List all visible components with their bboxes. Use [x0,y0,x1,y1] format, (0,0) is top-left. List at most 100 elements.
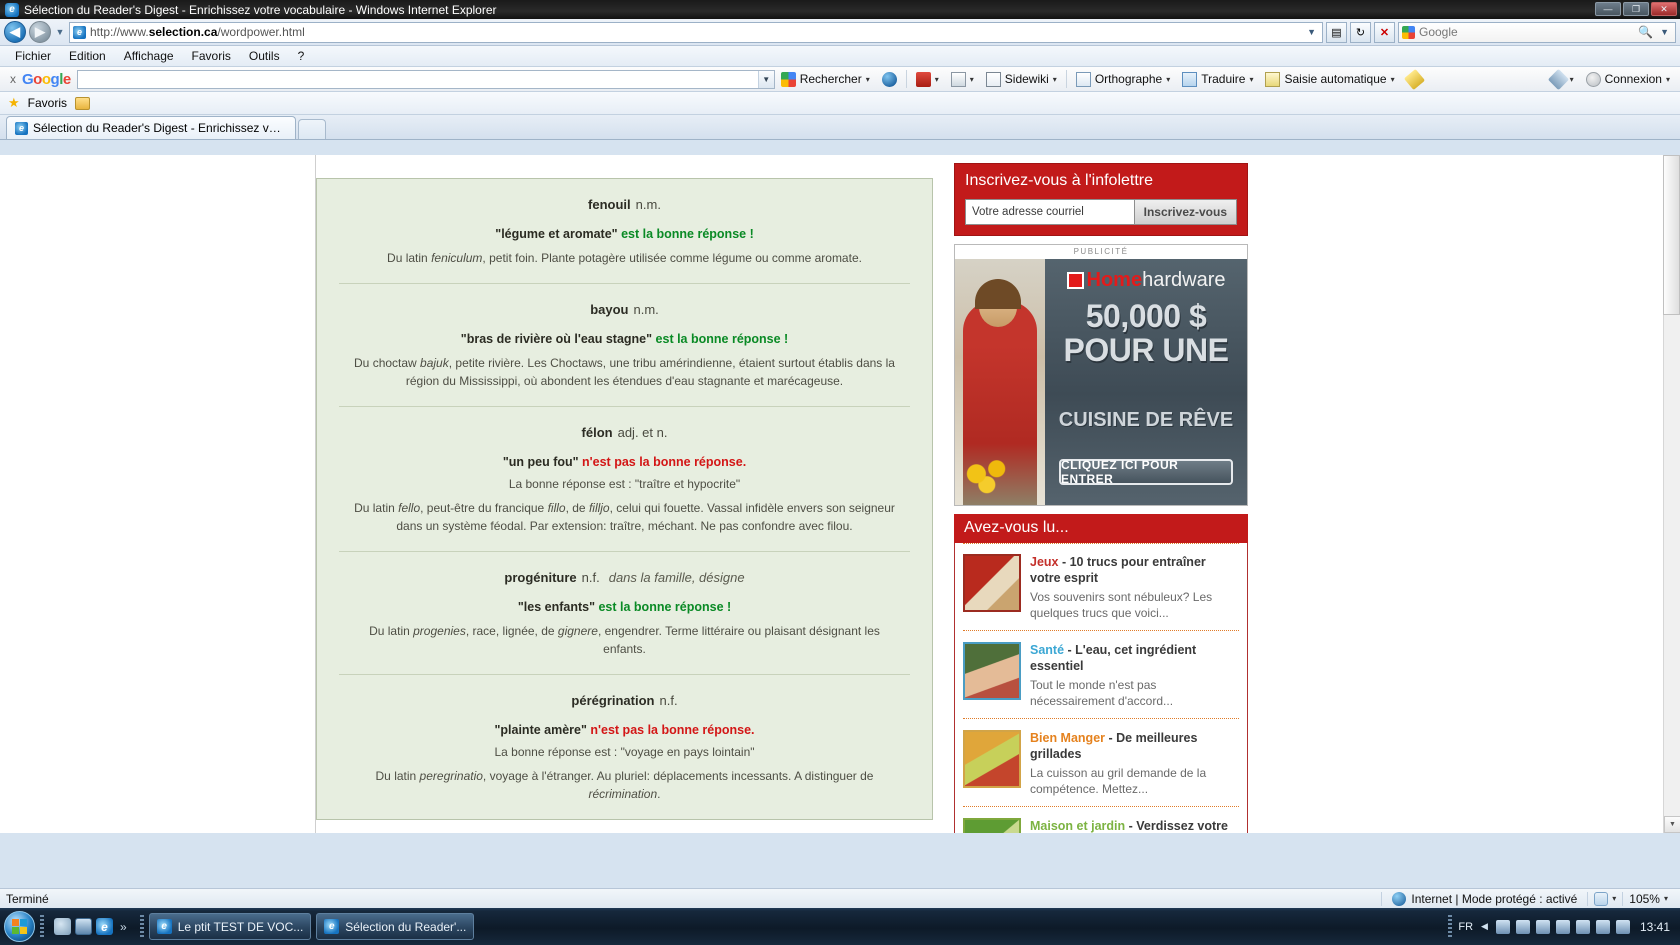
close-button[interactable]: ✕ [1651,2,1677,16]
zoom-caret-icon[interactable]: ▾ [1612,894,1616,903]
taskbar-item-selection-reader[interactable]: e Sélection du Reader'... [316,913,475,940]
menu-fichier[interactable]: Fichier [6,47,60,65]
forward-button[interactable]: ▶ [29,21,51,43]
home-hardware-logo-icon [1066,272,1084,289]
ad-subline: CUISINE DE RÊVE [1058,409,1234,431]
stop-icon[interactable]: ✕ [1374,21,1395,43]
article-headline: Jeux - 10 trucs pour entraîner votre esp… [1030,554,1239,586]
list-item[interactable]: Maison et jardin - Verdissez votre intér… [963,806,1239,833]
tray-icon-5[interactable] [1575,919,1590,934]
tray-clock[interactable]: 13:41 [1636,920,1670,934]
sidewiki-label: Sidewiki [1004,72,1049,86]
security-zone-indicator[interactable]: Internet | Mode protégé : activé [1381,891,1587,906]
zoom-indicator[interactable]: ▾ [1587,891,1622,906]
new-tab-button[interactable] [298,119,326,139]
menu-help[interactable]: ? [289,47,314,65]
browser-search-box[interactable]: Google 🔍 ▼ [1398,21,1676,43]
scrollbar-thumb[interactable] [1663,155,1680,315]
flip-3d-icon[interactable] [75,918,92,935]
article-category[interactable]: Bien Manger [1030,731,1105,745]
window-title: Sélection du Reader's Digest - Enrichiss… [24,2,497,17]
refresh-icon[interactable]: ↻ [1350,21,1371,43]
taskbar-item-le-ptit-test[interactable]: e Le ptit TEST DE VOC... [148,913,312,940]
tab-selection-readers-digest[interactable]: e Sélection du Reader's Digest - Enrichi… [6,116,296,139]
newsletter-email-input[interactable]: Votre adresse courriel [965,199,1135,225]
word-answer-verdict: n'est pas la bonne réponse. [590,723,755,737]
favorites-label[interactable]: Favoris [28,96,67,110]
toolbar-traduire-button[interactable]: Traduire ▾ [1176,70,1259,89]
toolbar-sidewiki-button[interactable]: Sidewiki ▾ [980,70,1063,89]
google-toolbar-search-input[interactable]: ▼ [76,69,775,89]
back-button[interactable]: ◀ [4,21,26,43]
quick-launch-grip[interactable] [40,914,44,939]
word-answer-quote: "les enfants" [517,600,595,614]
list-item[interactable]: Jeux - 10 trucs pour entraîner votre esp… [963,543,1239,630]
address-dropdown-icon[interactable]: ▼ [1304,27,1319,37]
google-search-dropdown-icon[interactable]: ▼ [757,70,774,88]
word-etymology: Du latin progenies, race, lignée, de gig… [369,624,880,656]
tray-network-icon[interactable] [1615,919,1630,934]
taskbar-item-icon: e [156,919,172,934]
zoom-level-caret-icon[interactable]: ▾ [1664,894,1668,903]
favorites-folder-icon[interactable] [75,96,90,110]
page-content: fenouil n.m. "légume et aromate" est la b… [316,155,1248,833]
toolbar-highlighter-button[interactable] [1401,68,1428,90]
address-input[interactable]: e http://www.selection.ca/wordpower.html… [69,21,1323,43]
ad-brand-home: Home [1086,269,1143,291]
toolbar-rechercher-button[interactable]: Rechercher ▾ [775,70,876,89]
word-entry: progéniture n.f. dans la famille, désigne … [339,552,910,675]
menu-outils[interactable]: Outils [240,47,289,65]
tray-icon-3[interactable] [1535,919,1550,934]
scroll-down-arrow-icon[interactable]: ▼ [1664,816,1680,833]
toolbar-settings-button[interactable]: ▾ [1545,68,1580,90]
tray-icon-1[interactable] [1495,919,1510,934]
menu-favoris[interactable]: Favoris [183,47,240,65]
list-item[interactable]: Santé - L'eau, cet ingrédient essentiel … [963,630,1239,718]
menu-affichage[interactable]: Affichage [115,47,183,65]
quick-launch-overflow-icon[interactable]: » [117,920,130,934]
tray-overflow-icon[interactable]: ◀ [1479,921,1490,932]
zoom-level[interactable]: 105% ▾ [1622,891,1674,906]
url-domain: selection.ca [148,25,218,39]
word-answer-quote: "un peu fou" [502,455,579,469]
language-indicator[interactable]: FR [1458,921,1473,933]
start-button[interactable] [4,911,35,942]
rechercher-label: Rechercher [799,72,862,86]
title-bar: e Sélection du Reader's Digest - Enrichi… [0,0,1680,19]
internet-explorer-icon[interactable]: e [96,918,113,935]
search-magnifier-icon[interactable]: 🔍 [1638,25,1653,39]
ad-cta-button[interactable]: CLIQUEZ ICI POUR ENTRER [1059,458,1233,486]
compatibility-view-icon[interactable]: ▤ [1326,21,1347,43]
toolbar-page-button[interactable]: ▾ [945,70,980,89]
word-answer-line: "légume et aromate" est la bonne réponse… [339,227,910,241]
show-desktop-icon[interactable] [54,918,71,935]
toolbar-saisie-automatique-button[interactable]: Saisie automatique ▾ [1259,70,1400,89]
favorites-star-icon[interactable]: ★ [8,95,20,111]
toolbar-globe-button[interactable] [876,70,903,89]
article-category[interactable]: Santé [1030,643,1064,657]
advertisement[interactable]: PUBLICITÉ Homehardware 50,000 $ POUR UNE… [954,244,1248,506]
word-part-of-speech: n.f. [659,693,678,708]
toolbar-connexion-button[interactable]: Connexion ▾ [1580,70,1676,89]
menu-edition[interactable]: Edition [60,47,115,65]
ad-creative[interactable]: Homehardware 50,000 $ POUR UNE CUISINE D… [955,259,1247,505]
list-item[interactable]: Bien Manger - De meilleures grillades La… [963,718,1239,806]
toolbar-orthographe-button[interactable]: Orthographe ▾ [1070,70,1176,89]
tray-volume-icon[interactable] [1595,919,1610,934]
article-category[interactable]: Jeux [1030,555,1059,569]
tray-grip [1448,914,1453,939]
orthographe-label: Orthographe [1094,72,1163,86]
tray-icon-2[interactable] [1515,919,1530,934]
search-provider-dropdown-icon[interactable]: ▼ [1657,27,1672,37]
tray-icon-4[interactable] [1555,919,1570,934]
history-dropdown-icon[interactable]: ▼ [54,27,66,37]
newsletter-submit-button[interactable]: Inscrivez-vous [1134,199,1237,225]
toolbar-bookmark-button[interactable]: ▾ [910,70,945,89]
ad-headline: 50,000 $ POUR UNE [1045,299,1247,367]
maximize-button[interactable]: ❐ [1623,2,1649,16]
ad-brand: Homehardware [1045,269,1247,292]
toolbar-close-icon[interactable]: x [4,72,22,86]
minimize-button[interactable]: — [1595,2,1621,16]
article-category[interactable]: Maison et jardin [1030,819,1125,833]
taskbar-grip[interactable] [139,914,144,939]
